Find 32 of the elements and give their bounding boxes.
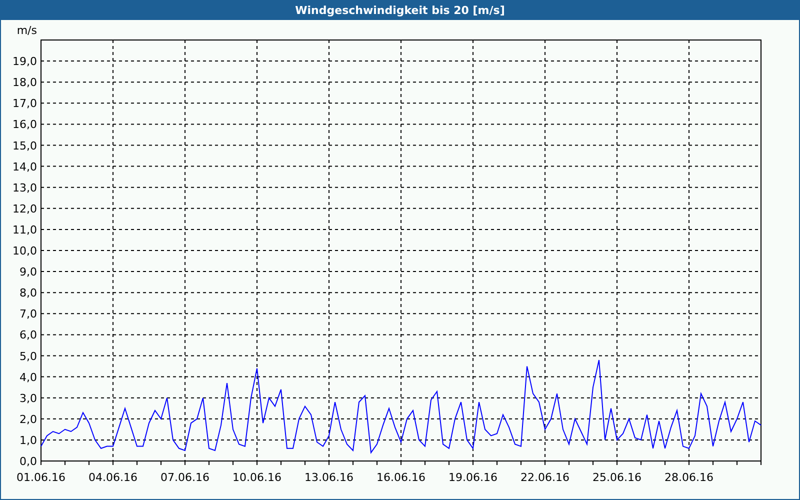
y-tick-label: 15,0 [12,139,37,152]
x-tick-label: 07.06.16 [160,471,210,484]
y-tick-label: 4,0 [20,370,37,384]
y-tick-label: 8,0 [20,286,37,300]
y-tick-label: 16,0 [12,118,37,132]
y-tick-label: 6,0 [20,328,37,342]
y-tick-label: 13,0 [12,181,37,194]
y-tick-label: 0,0 [20,455,37,468]
y-tick-label: 2,0 [20,412,37,426]
x-tick-label: 28.06.16 [664,471,714,484]
y-tick-label: 19,0 [12,55,37,68]
x-tick-label: 04.06.16 [88,471,138,484]
x-tick-label: 13.06.16 [304,471,354,484]
x-tick-label: 10.06.16 [232,471,282,484]
axis-unit-label: m/s [16,24,37,37]
y-tick-label: 10,0 [12,244,37,258]
y-tick-label: 9,0 [20,266,37,279]
window-title: Windgeschwindigkeit bis 20 [m/s] [0,0,800,20]
y-tick-label: 5,0 [20,350,37,363]
y-tick-label: 17,0 [12,97,37,110]
x-tick-label: 22.06.16 [520,471,570,484]
y-tick-label: 12,0 [12,202,37,216]
x-tick-label: 01.06.16 [16,471,66,484]
x-tick-label: 16.06.16 [376,471,426,484]
y-tick-label: 11,0 [12,223,37,236]
y-tick-label: 18,0 [12,76,37,90]
x-tick-label: 19.06.16 [448,471,498,484]
y-tick-label: 3,0 [20,392,37,405]
y-tick-label: 14,0 [12,160,37,174]
y-tick-label: 7,0 [20,308,37,321]
x-tick-label: 25.06.16 [592,471,642,484]
y-tick-label: 1,0 [20,434,37,447]
